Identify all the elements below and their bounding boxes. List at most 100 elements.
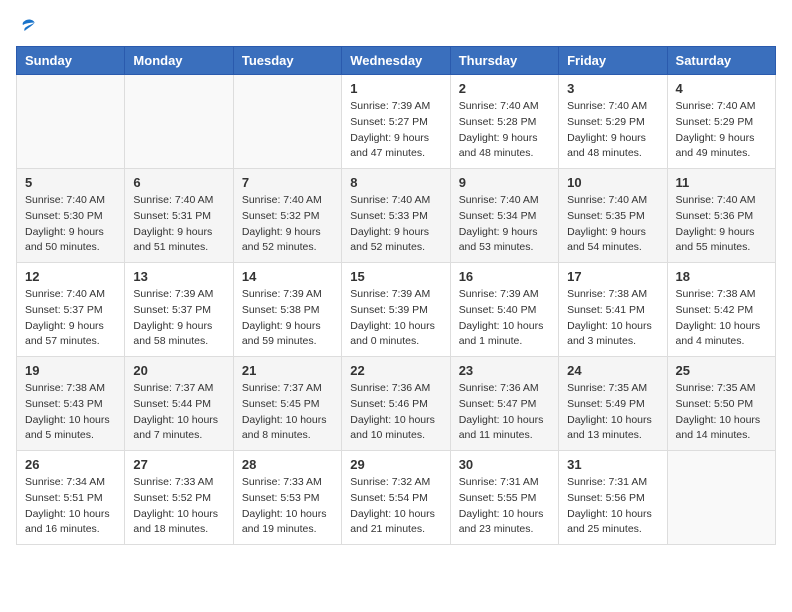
calendar-day-cell: 8 Sunrise: 7:40 AM Sunset: 5:33 PM Daylig…: [342, 169, 450, 263]
page-header: [16, 16, 776, 36]
day-number: 17: [567, 269, 658, 284]
logo: [16, 16, 38, 36]
day-info: Sunrise: 7:39 AM Sunset: 5:40 PM Dayligh…: [459, 287, 550, 350]
day-number: 21: [242, 363, 333, 378]
empty-cell: [667, 451, 775, 545]
day-number: 5: [25, 175, 116, 190]
calendar-day-cell: 27 Sunrise: 7:33 AM Sunset: 5:52 PM Dayli…: [125, 451, 233, 545]
day-info: Sunrise: 7:40 AM Sunset: 5:33 PM Dayligh…: [350, 193, 441, 256]
calendar-week-row: 5Sunrise: 7:40 AM Sunset: 5:30 PM Daylig…: [17, 169, 776, 263]
calendar-day-cell: 23 Sunrise: 7:36 AM Sunset: 5:47 PM Dayli…: [450, 357, 558, 451]
day-info: Sunrise: 7:39 AM Sunset: 5:38 PM Dayligh…: [242, 287, 333, 350]
weekday-header-thursday: Thursday: [450, 47, 558, 75]
empty-cell: [17, 75, 125, 169]
calendar-day-cell: 26 Sunrise: 7:34 AM Sunset: 5:51 PM Dayli…: [17, 451, 125, 545]
day-info: Sunrise: 7:31 AM Sunset: 5:55 PM Dayligh…: [459, 475, 550, 538]
day-number: 7: [242, 175, 333, 190]
day-number: 6: [133, 175, 224, 190]
calendar-day-cell: 31 Sunrise: 7:31 AM Sunset: 5:56 PM Dayli…: [559, 451, 667, 545]
day-number: 24: [567, 363, 658, 378]
calendar-day-cell: 5Sunrise: 7:40 AM Sunset: 5:30 PM Daylig…: [17, 169, 125, 263]
calendar-week-row: 1 Sunrise: 7:39 AM Sunset: 5:27 PM Daylig…: [17, 75, 776, 169]
calendar-day-cell: 20Sunrise: 7:37 AM Sunset: 5:44 PM Dayli…: [125, 357, 233, 451]
calendar-day-cell: 17 Sunrise: 7:38 AM Sunset: 5:41 PM Dayli…: [559, 263, 667, 357]
day-info: Sunrise: 7:40 AM Sunset: 5:35 PM Dayligh…: [567, 193, 658, 256]
day-number: 18: [676, 269, 767, 284]
calendar-day-cell: 11Sunrise: 7:40 AM Sunset: 5:36 PM Dayli…: [667, 169, 775, 263]
weekday-header-monday: Monday: [125, 47, 233, 75]
calendar-day-cell: 6Sunrise: 7:40 AM Sunset: 5:31 PM Daylig…: [125, 169, 233, 263]
calendar-day-cell: 21 Sunrise: 7:37 AM Sunset: 5:45 PM Dayli…: [233, 357, 341, 451]
calendar-day-cell: 22 Sunrise: 7:36 AM Sunset: 5:46 PM Dayli…: [342, 357, 450, 451]
calendar-day-cell: 14 Sunrise: 7:39 AM Sunset: 5:38 PM Dayli…: [233, 263, 341, 357]
day-number: 19: [25, 363, 116, 378]
day-info: Sunrise: 7:40 AM Sunset: 5:34 PM Dayligh…: [459, 193, 550, 256]
day-number: 15: [350, 269, 441, 284]
day-number: 4: [676, 81, 767, 96]
day-number: 20: [133, 363, 224, 378]
day-number: 2: [459, 81, 550, 96]
day-info: Sunrise: 7:35 AM Sunset: 5:50 PM Dayligh…: [676, 381, 767, 444]
empty-cell: [233, 75, 341, 169]
calendar-table: SundayMondayTuesdayWednesdayThursdayFrid…: [16, 46, 776, 545]
day-number: 3: [567, 81, 658, 96]
empty-cell: [125, 75, 233, 169]
logo-bird-icon: [18, 16, 38, 36]
day-number: 14: [242, 269, 333, 284]
calendar-day-cell: 13Sunrise: 7:39 AM Sunset: 5:37 PM Dayli…: [125, 263, 233, 357]
weekday-header-row: SundayMondayTuesdayWednesdayThursdayFrid…: [17, 47, 776, 75]
day-number: 28: [242, 457, 333, 472]
calendar-day-cell: 24 Sunrise: 7:35 AM Sunset: 5:49 PM Dayli…: [559, 357, 667, 451]
day-info: Sunrise: 7:32 AM Sunset: 5:54 PM Dayligh…: [350, 475, 441, 538]
calendar-week-row: 19 Sunrise: 7:38 AM Sunset: 5:43 PM Dayli…: [17, 357, 776, 451]
day-number: 8: [350, 175, 441, 190]
day-info: Sunrise: 7:34 AM Sunset: 5:51 PM Dayligh…: [25, 475, 116, 538]
day-info: Sunrise: 7:40 AM Sunset: 5:37 PM Dayligh…: [25, 287, 116, 350]
day-info: Sunrise: 7:40 AM Sunset: 5:29 PM Dayligh…: [567, 99, 658, 162]
weekday-header-sunday: Sunday: [17, 47, 125, 75]
calendar-day-cell: 2 Sunrise: 7:40 AM Sunset: 5:28 PM Daylig…: [450, 75, 558, 169]
day-info: Sunrise: 7:39 AM Sunset: 5:27 PM Dayligh…: [350, 99, 441, 162]
day-number: 12: [25, 269, 116, 284]
calendar-week-row: 26 Sunrise: 7:34 AM Sunset: 5:51 PM Dayli…: [17, 451, 776, 545]
calendar-day-cell: 7 Sunrise: 7:40 AM Sunset: 5:32 PM Daylig…: [233, 169, 341, 263]
day-info: Sunrise: 7:40 AM Sunset: 5:32 PM Dayligh…: [242, 193, 333, 256]
calendar-day-cell: 29 Sunrise: 7:32 AM Sunset: 5:54 PM Dayli…: [342, 451, 450, 545]
day-number: 16: [459, 269, 550, 284]
calendar-day-cell: 12 Sunrise: 7:40 AM Sunset: 5:37 PM Dayli…: [17, 263, 125, 357]
day-number: 1: [350, 81, 441, 96]
day-info: Sunrise: 7:35 AM Sunset: 5:49 PM Dayligh…: [567, 381, 658, 444]
day-number: 23: [459, 363, 550, 378]
calendar-day-cell: 19 Sunrise: 7:38 AM Sunset: 5:43 PM Dayli…: [17, 357, 125, 451]
day-number: 10: [567, 175, 658, 190]
day-number: 31: [567, 457, 658, 472]
day-info: Sunrise: 7:40 AM Sunset: 5:28 PM Dayligh…: [459, 99, 550, 162]
day-info: Sunrise: 7:36 AM Sunset: 5:46 PM Dayligh…: [350, 381, 441, 444]
calendar-day-cell: 18Sunrise: 7:38 AM Sunset: 5:42 PM Dayli…: [667, 263, 775, 357]
day-info: Sunrise: 7:31 AM Sunset: 5:56 PM Dayligh…: [567, 475, 658, 538]
day-number: 22: [350, 363, 441, 378]
day-number: 27: [133, 457, 224, 472]
weekday-header-saturday: Saturday: [667, 47, 775, 75]
weekday-header-friday: Friday: [559, 47, 667, 75]
day-number: 26: [25, 457, 116, 472]
day-info: Sunrise: 7:36 AM Sunset: 5:47 PM Dayligh…: [459, 381, 550, 444]
calendar-day-cell: 4Sunrise: 7:40 AM Sunset: 5:29 PM Daylig…: [667, 75, 775, 169]
calendar-day-cell: 3 Sunrise: 7:40 AM Sunset: 5:29 PM Daylig…: [559, 75, 667, 169]
calendar-day-cell: 9Sunrise: 7:40 AM Sunset: 5:34 PM Daylig…: [450, 169, 558, 263]
day-info: Sunrise: 7:39 AM Sunset: 5:39 PM Dayligh…: [350, 287, 441, 350]
calendar-day-cell: 16 Sunrise: 7:39 AM Sunset: 5:40 PM Dayli…: [450, 263, 558, 357]
calendar-day-cell: 25 Sunrise: 7:35 AM Sunset: 5:50 PM Dayli…: [667, 357, 775, 451]
day-info: Sunrise: 7:33 AM Sunset: 5:52 PM Dayligh…: [133, 475, 224, 538]
day-number: 29: [350, 457, 441, 472]
calendar-day-cell: 15 Sunrise: 7:39 AM Sunset: 5:39 PM Dayli…: [342, 263, 450, 357]
day-info: Sunrise: 7:38 AM Sunset: 5:41 PM Dayligh…: [567, 287, 658, 350]
weekday-header-tuesday: Tuesday: [233, 47, 341, 75]
day-number: 13: [133, 269, 224, 284]
day-info: Sunrise: 7:37 AM Sunset: 5:45 PM Dayligh…: [242, 381, 333, 444]
weekday-header-wednesday: Wednesday: [342, 47, 450, 75]
day-number: 25: [676, 363, 767, 378]
calendar-day-cell: 30Sunrise: 7:31 AM Sunset: 5:55 PM Dayli…: [450, 451, 558, 545]
day-info: Sunrise: 7:38 AM Sunset: 5:43 PM Dayligh…: [25, 381, 116, 444]
calendar-day-cell: 1 Sunrise: 7:39 AM Sunset: 5:27 PM Daylig…: [342, 75, 450, 169]
